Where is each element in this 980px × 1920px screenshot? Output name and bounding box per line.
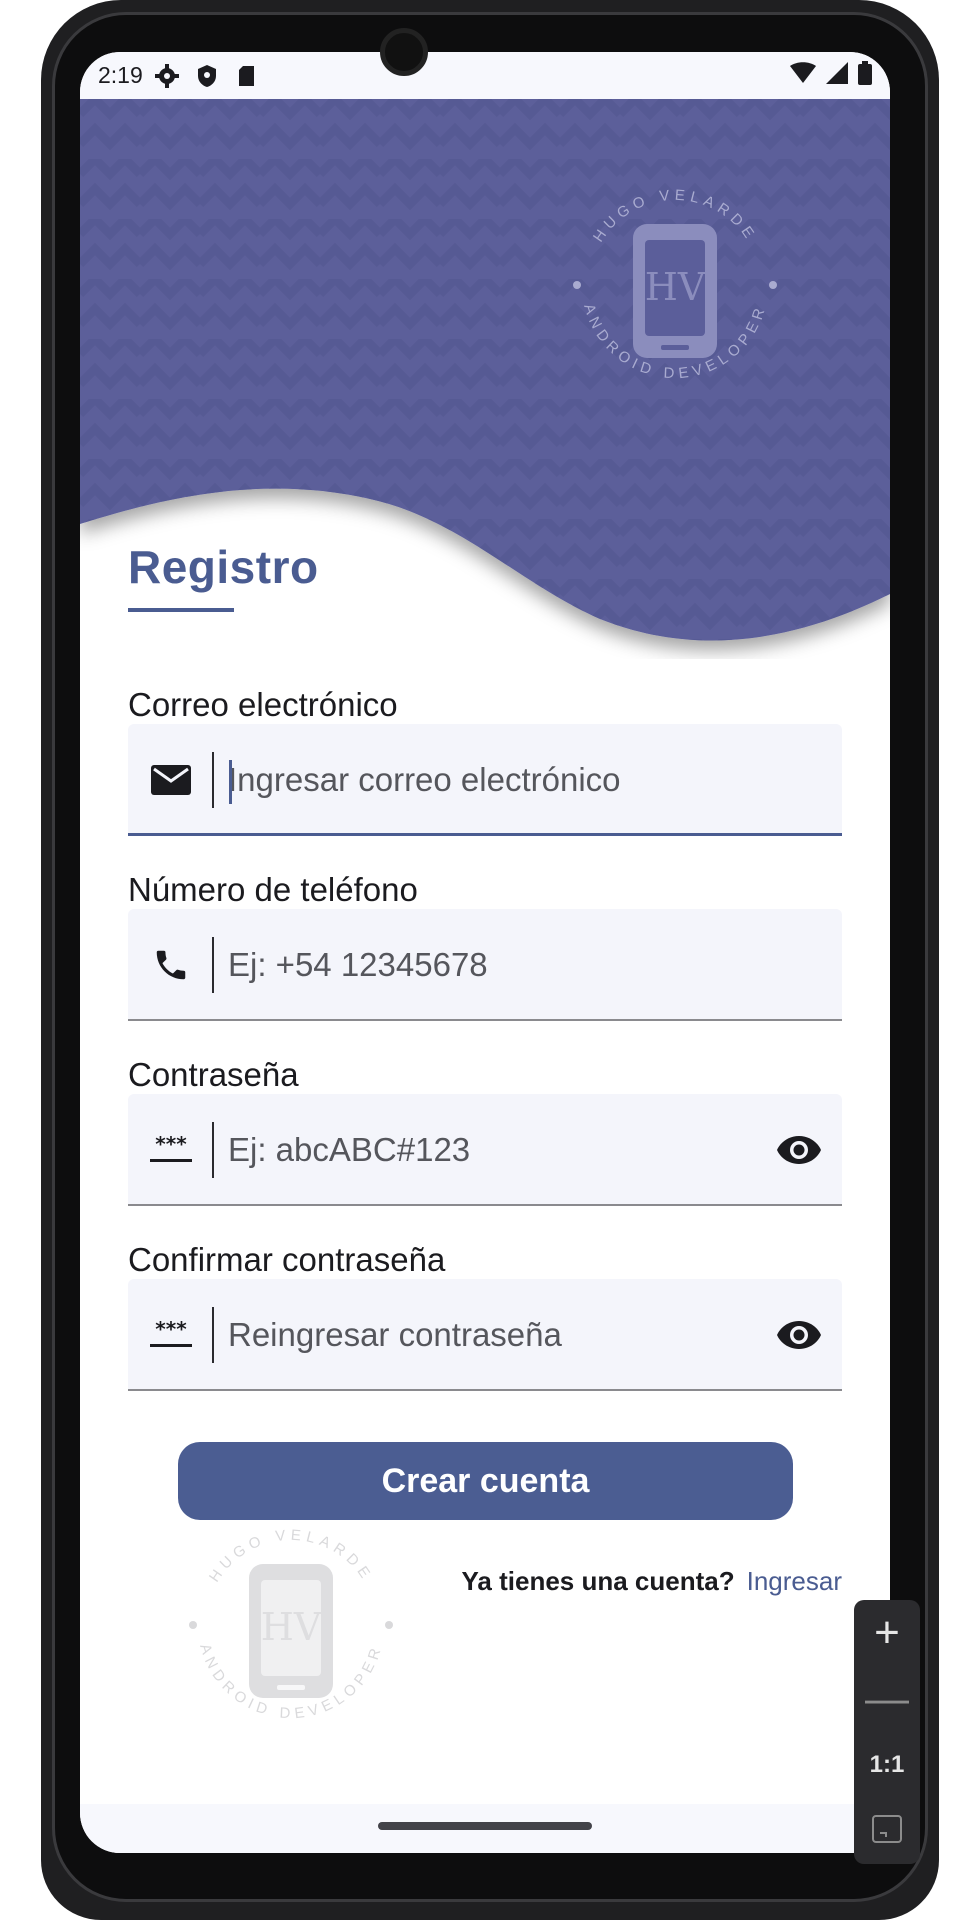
password-input[interactable] [228,1094,748,1206]
watermark-monogram: HV [261,1605,322,1649]
password-icon: *** [150,1130,192,1170]
fit-screen-icon [872,1814,902,1848]
logo-monogram: HV [645,265,706,309]
gear-icon [154,63,179,88]
phone-label: Número de teléfono [128,871,418,908]
field-divider [212,1122,214,1178]
zoom-in-button[interactable]: + [854,1600,920,1666]
wifi-icon [790,61,816,90]
title-underline [128,608,234,612]
create-account-button[interactable]: Crear cuenta [178,1442,793,1520]
actual-size-button[interactable]: 1:1 [854,1732,920,1798]
navigation-bar [80,1804,890,1853]
phone-input[interactable] [228,909,748,1021]
mail-icon [150,760,192,800]
watermark-logo: HUGO VELARDE ANDROID DEVELOPER HV [176,1510,406,1740]
zoom-controls: + — 1:1 [854,1600,920,1864]
phone-icon [150,945,192,985]
eye-icon[interactable] [776,1313,822,1357]
svg-text:***: *** [155,1135,187,1156]
eye-icon[interactable] [776,1128,822,1172]
password-field[interactable]: *** [128,1094,842,1206]
phone-field[interactable] [128,909,842,1021]
battery-icon [858,60,872,91]
svg-text:***: *** [155,1320,187,1341]
email-field[interactable] [128,724,842,836]
login-link[interactable]: Ingresar [747,1566,842,1597]
device-screen: HUGO VELARDE ANDROID DEVELOPER HV 2:19 R… [80,52,890,1853]
confirm-password-field[interactable]: *** [128,1279,842,1391]
confirm-password-label: Confirmar contraseña [128,1241,446,1278]
login-question: Ya tienes una cuenta? [461,1566,735,1596]
shield-icon [195,64,219,88]
field-divider [212,752,214,808]
home-gesture-handle[interactable] [378,1822,592,1830]
status-time: 2:19 [98,62,143,88]
confirm-password-input[interactable] [228,1279,748,1391]
field-divider [212,1307,214,1363]
front-camera [380,28,428,76]
password-label: Contraseña [128,1056,299,1093]
brand-logo: HUGO VELARDE ANDROID DEVELOPER HV [560,170,790,400]
zoom-out-button[interactable]: — [854,1666,920,1732]
field-divider [212,937,214,993]
password-icon: *** [150,1315,192,1355]
sd-card-icon [235,64,259,88]
fit-screen-button[interactable] [854,1798,920,1864]
email-input[interactable] [228,724,748,836]
page-title: Registro [128,541,319,593]
status-bar: 2:19 [80,52,890,99]
login-prompt: Ya tienes una cuenta? Ingresar [462,1566,842,1597]
text-cursor [229,760,232,804]
emulator-background: HUGO VELARDE ANDROID DEVELOPER HV 2:19 R… [0,0,980,1920]
email-label: Correo electrónico [128,686,398,723]
signal-icon [826,61,848,90]
